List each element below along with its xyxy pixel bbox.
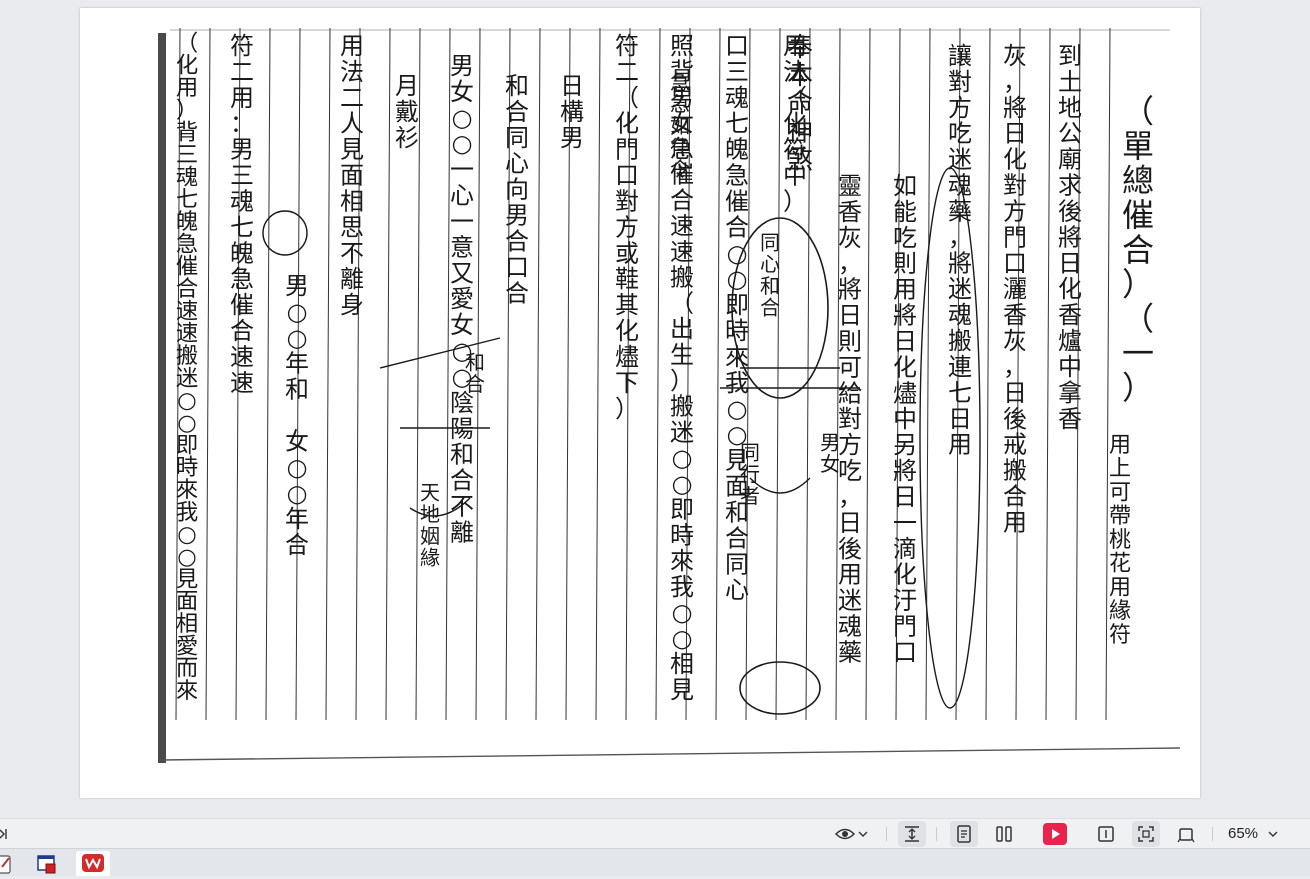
ruled-line: [265, 27, 271, 721]
box-label: 天地姻緣: [420, 481, 440, 570]
ruled-line: [775, 27, 781, 721]
zoom-control[interactable]: 65%: [1228, 824, 1298, 844]
play-icon[interactable]: [1041, 821, 1069, 847]
text-column: 灰，將日化對方門口灑香灰，日後戒搬合用: [1003, 42, 1027, 537]
window-app-icon[interactable]: [36, 853, 58, 875]
document-viewport[interactable]: （單總催合）（一） 用上可帶桃花用緣符 到土地公廟求後將日化香爐中拿香 灰，將日化對方…: [0, 0, 1310, 818]
box-label: 急急如律令: [670, 71, 690, 181]
ruled-line: [865, 27, 871, 721]
ruled-line: [325, 27, 331, 721]
box-label: 同心和合: [760, 231, 780, 320]
separator: [1212, 827, 1213, 841]
zoom-chevron-down-icon[interactable]: [1268, 830, 1278, 838]
ruled-line: [715, 27, 721, 721]
ruled-line: [595, 27, 601, 721]
text-column: （化用）背三魂七魄急催合速速搬迷○ ○即時來我○ ○見面相愛而來: [176, 30, 198, 704]
single-page-icon[interactable]: [950, 821, 978, 847]
two-page-icon[interactable]: [990, 821, 1018, 847]
stamp-oval: [739, 661, 821, 715]
text-column: 男女○ ○一心一意又愛女○ ○陰陽和合不離: [450, 52, 474, 547]
notepad-icon[interactable]: [0, 853, 12, 875]
chevron-down-icon[interactable]: [856, 821, 870, 847]
eye-icon[interactable]: [832, 821, 858, 847]
ruled-line: [985, 27, 991, 721]
ruled-line: [205, 27, 211, 721]
text-column: 日構男: [560, 72, 584, 152]
fit-height-icon[interactable]: [898, 821, 926, 847]
text-column: 讓對方吃迷魂藥，將迷魂搬連七日用: [948, 42, 972, 459]
note-column: 用上可帶桃花用緣符: [1109, 433, 1131, 648]
text-column: 和合同心向男合口合: [505, 72, 529, 307]
separator: [886, 827, 887, 841]
text-column: 口三魂七魄急催合○ ○即時來我○ ○見面和合同心: [725, 32, 749, 604]
handwritten-scan: （單總催合）（一） 用上可帶桃花用緣符 到土地公廟求後將日化香爐中拿香 灰，將日化對方…: [158, 27, 1181, 763]
text-column: 男○ ○年和 女○ ○年合: [285, 272, 309, 559]
wps-office-icon[interactable]: [76, 851, 110, 876]
text-column: 符二（化門口對方或鞋其化燼下）: [615, 32, 639, 423]
text-column: 用法二人見面相思不離身: [340, 32, 364, 319]
last-page-icon[interactable]: [0, 824, 10, 844]
text-column: 如能吃則用將日化燼中另將日一滴化汙門口: [893, 172, 917, 667]
text-column: 靈香灰，將日則可給對方吃，日後用迷魂藥: [838, 172, 862, 667]
columns-icon[interactable]: [1092, 821, 1120, 847]
ruled-line: [1045, 27, 1051, 721]
text-column: 符二用：男三魂七魄急催合速速: [230, 32, 254, 397]
ruled-line: [655, 27, 661, 721]
scan-edge-shadow: [158, 33, 166, 763]
rotate-icon[interactable]: [1172, 821, 1200, 847]
text-column: 到土地公廟求後將日化香爐中拿香: [1058, 42, 1082, 433]
taskbar: [0, 848, 1310, 876]
page-bottom-edge: [159, 747, 1181, 761]
status-bar: 65%: [0, 818, 1310, 849]
separator: [936, 827, 937, 841]
ink-circle: [262, 210, 308, 256]
box-label: 男女: [820, 431, 840, 477]
fit-screen-icon[interactable]: [1132, 821, 1160, 847]
ruled-line: [385, 27, 391, 721]
seal-column: 奉本命神煞: [787, 33, 813, 175]
headline-column: （單總催合）（一）: [1122, 93, 1154, 407]
zoom-level: 65%: [1228, 825, 1259, 842]
text-column: 月戴衫: [395, 72, 419, 152]
ruled-line: [535, 27, 541, 721]
ruled-line: [445, 27, 451, 721]
box-label: 同行者: [740, 441, 760, 508]
box-label: 和合: [465, 351, 485, 397]
scanned-page: （單總催合）（一） 用上可帶桃花用緣符 到土地公廟求後將日化香爐中拿香 灰，將日化對方…: [80, 8, 1200, 798]
